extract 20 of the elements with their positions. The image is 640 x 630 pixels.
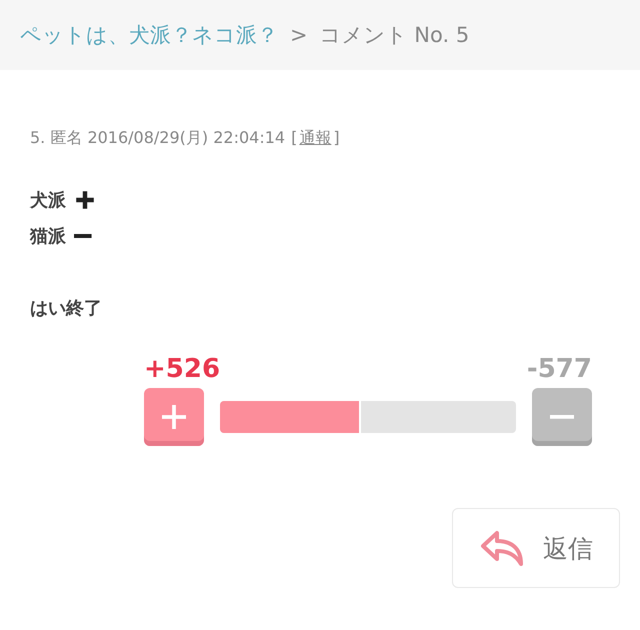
minus-icon [74,234,92,238]
breadcrumb-link[interactable]: ペットは、犬派？ネコ派？ [20,21,278,49]
minus-icon [550,415,574,419]
comment-meta: 5. 匿名 2016/08/29(月) 22:04:14 [30,128,286,149]
minus-count: -577 [526,354,592,384]
plus-button[interactable] [144,388,204,446]
breadcrumb-current: コメント No. 5 [320,22,470,49]
plus-icon [159,402,189,432]
plus-icon [74,189,96,211]
minus-button[interactable] [532,388,592,446]
bracket: [ [291,128,298,149]
reply-icon [479,528,525,568]
comment-text: 猫派 [30,225,66,248]
breadcrumb-separator: > [290,23,308,47]
report-link[interactable]: 通報 [299,128,332,149]
bracket: ] [333,128,340,149]
comment-text: 犬派 [30,189,66,212]
comment-text: はい終了 [30,297,102,320]
plus-count: +526 [144,354,220,384]
reply-button[interactable]: 返信 [452,508,620,588]
